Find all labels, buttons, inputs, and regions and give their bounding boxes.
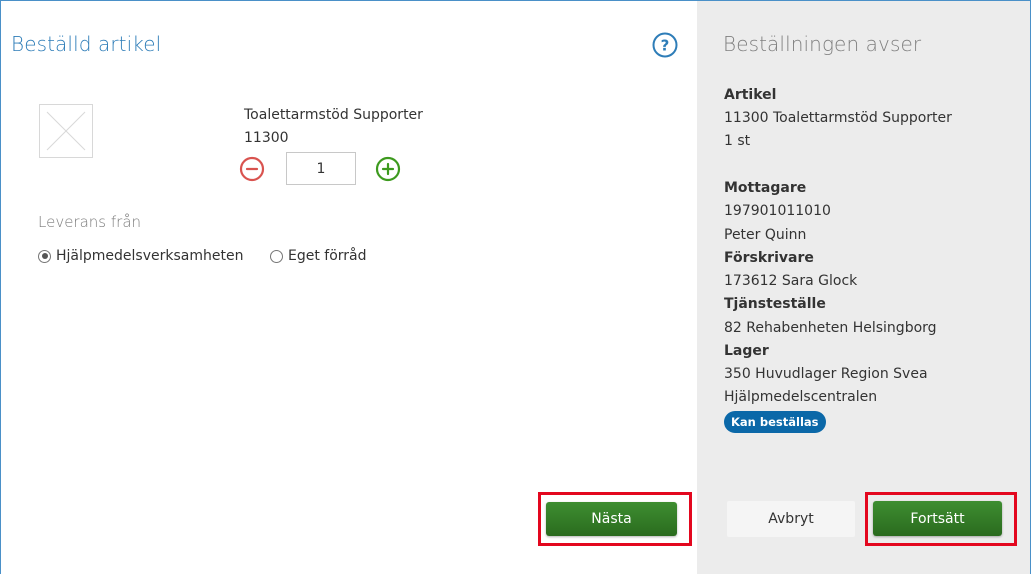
article-panel: Beställd artikel ? Toalettarmstöd Suppor… (0, 0, 697, 574)
forskrivare-value: 173612 Sara Glock (724, 273, 858, 289)
radio-label: Eget förråd (288, 248, 367, 264)
page-title: Beställd artikel (11, 32, 162, 56)
tjanstestalle-heading: Tjänsteställe (724, 296, 826, 312)
quantity-input[interactable] (286, 152, 356, 185)
tjanstestalle-value: 82 Rehabenheten Helsingborg (724, 320, 937, 336)
svg-text:?: ? (661, 37, 670, 55)
summary-title: Beställningen avser (723, 32, 922, 56)
artikel-line: 11300 Toalettarmstöd Supporter (724, 110, 952, 126)
radio-button[interactable] (38, 249, 51, 263)
radio-label: Hjälpmedelsverksamheten (56, 248, 244, 264)
image-placeholder-icon (39, 104, 93, 158)
radio-button[interactable] (270, 249, 283, 263)
lager-central: Hjälpmedelscentralen (724, 389, 878, 405)
article-number: 11300 (244, 130, 289, 146)
artikel-heading: Artikel (724, 87, 777, 103)
delivery-label: Leverans från (38, 213, 142, 231)
cancel-button[interactable]: Avbryt (727, 501, 855, 537)
lager-heading: Lager (724, 343, 769, 359)
artikel-quantity: 1 st (724, 133, 751, 149)
help-icon[interactable]: ? (652, 32, 678, 58)
article-name: Toalettarmstöd Supporter (244, 107, 423, 123)
radio-eget-forrad[interactable]: Eget förråd (270, 248, 367, 264)
lager-value: 350 Huvudlager Region Svea (724, 366, 928, 382)
status-badge: Kan beställas (724, 411, 826, 433)
continue-button[interactable]: Fortsätt (873, 501, 1002, 536)
radio-hjalpmedelsverksamheten[interactable]: Hjälpmedelsverksamheten (38, 248, 243, 264)
forskrivare-heading: Förskrivare (724, 250, 814, 266)
next-button[interactable]: Nästa (546, 502, 677, 536)
mottagare-id: 197901011010 (724, 203, 831, 219)
plus-circle-icon[interactable] (375, 156, 401, 182)
mottagare-heading: Mottagare (724, 180, 807, 196)
mottagare-name: Peter Quinn (724, 227, 807, 243)
minus-circle-icon[interactable] (239, 156, 265, 182)
